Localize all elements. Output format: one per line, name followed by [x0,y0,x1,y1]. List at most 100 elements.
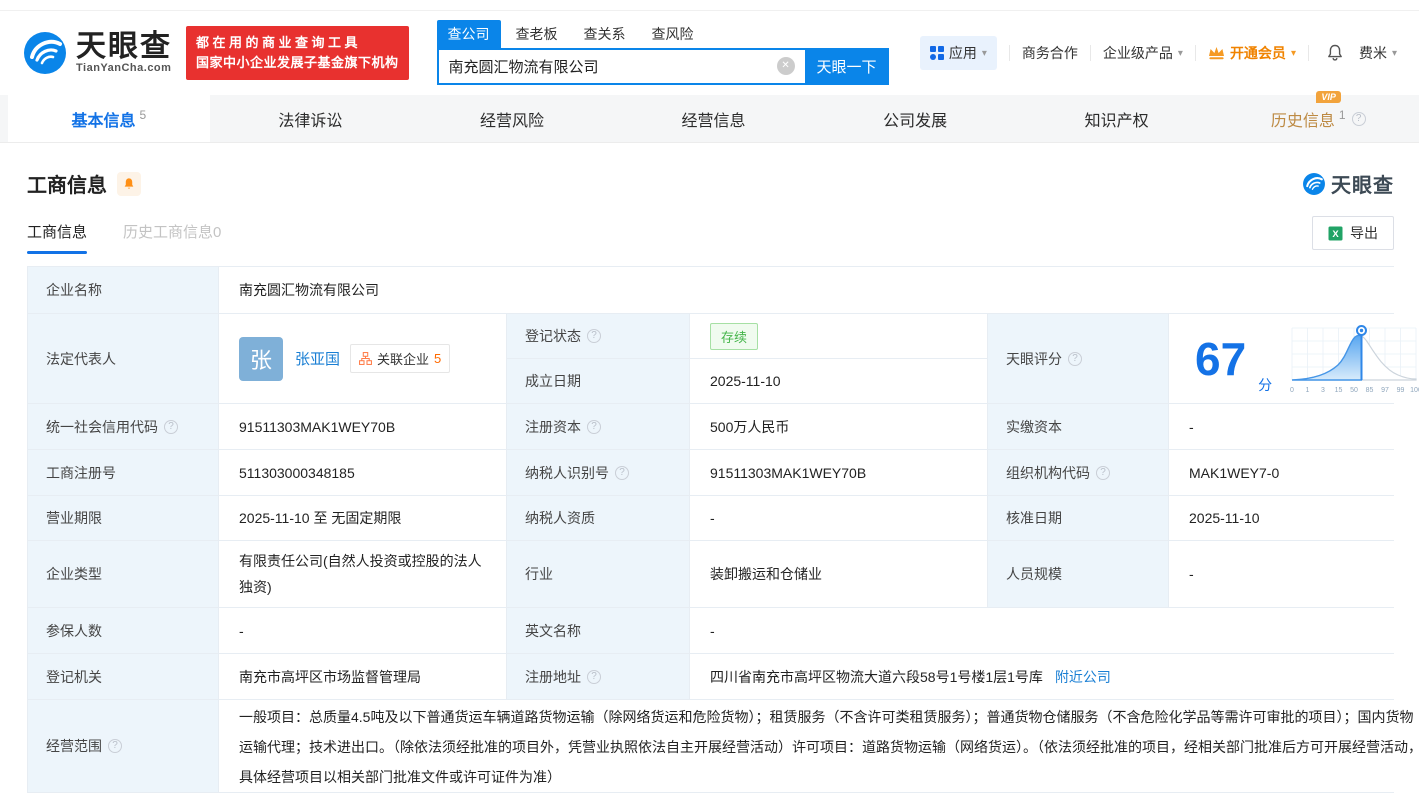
export-button[interactable]: X 导出 [1312,216,1394,250]
field-label-taxpayer-quality: 纳税人资质 [507,496,689,540]
field-value-taxpayer-quality: - [690,496,987,540]
export-label: 导出 [1350,225,1378,241]
clear-search-icon[interactable]: ✕ [776,57,795,75]
nav-cooperation[interactable]: 商务合作 [1022,43,1078,63]
field-label-reg-authority: 登记机关 [28,654,218,699]
svg-text:3: 3 [1321,387,1325,394]
business-info-table: 企业名称 南充圆汇物流有限公司 法定代表人 张 张亚国 关联企业 5 登记状态 … [27,266,1419,793]
field-label-reg-capital: 注册资本 ? [507,404,689,449]
tianyancha-logo[interactable]: 天眼查 TianYanCha.com [22,30,172,76]
search-tab-company[interactable]: 查公司 [436,20,501,48]
field-value-insured-count: - [219,608,506,653]
nav-open-member[interactable]: 开通会员 ▾ [1208,43,1296,63]
field-value-company-type: 有限责任公司(自然人投资或控股的法人独资) [219,541,506,607]
top-strip [0,0,1419,11]
tab-operation[interactable]: 经营信息 [613,95,815,142]
nearby-companies-link[interactable]: 附近公司 [1055,667,1111,687]
field-value-reg-status: 存续 [690,314,987,358]
tianyancha-logo-icon [24,32,66,74]
tab-risk[interactable]: 经营风险 [411,95,613,142]
nav-divider [1008,45,1010,61]
field-value-tyc-score[interactable]: 67 分 0 1 3 15 50 85 97 99 10 [1169,314,1419,403]
help-icon[interactable]: ? [164,419,178,434]
field-value-staff-size: - [1169,541,1419,607]
notifications-bell-icon[interactable] [1325,43,1345,63]
svg-text:X: X [1332,229,1339,240]
tab-development[interactable]: 公司发展 [814,95,1016,142]
help-icon[interactable]: ? [615,465,629,480]
field-label-establish-date: 成立日期 [507,359,689,403]
subtab-history-business-info[interactable]: 历史工商信息0 [123,221,221,254]
tab-legal-label: 法律诉讼 [278,112,343,130]
subscribe-bell-icon[interactable] [117,171,141,196]
field-label-reg-address: 注册地址 ? [507,654,689,699]
tab-history[interactable]: 历史信息 VIP 1 ? [1217,90,1419,142]
field-label-company-name: 企业名称 [28,267,218,313]
nav-enterprise[interactable]: 企业级产品 ▾ [1103,43,1183,63]
help-icon[interactable]: ? [1096,465,1110,480]
search-input[interactable] [436,48,805,85]
watermark-logo-icon [1303,172,1325,195]
help-icon[interactable]: ? [1068,351,1082,366]
field-value-reg-capital: 500万人民币 [690,404,987,449]
nav-enterprise-label: 企业级产品 [1102,45,1173,61]
related-companies-badge[interactable]: 关联企业 5 [350,344,451,373]
svg-text:50: 50 [1350,387,1358,394]
search-tab-boss[interactable]: 查老板 [505,20,569,48]
svg-text:0: 0 [1290,387,1294,394]
tab-legal[interactable]: 法律诉讼 [210,95,412,142]
help-icon[interactable]: ? [587,329,601,343]
excel-icon: X [1328,226,1343,240]
field-label-reg-status: 登记状态 ? [507,314,689,358]
header: 天眼查 TianYanCha.com 都在用的商业查询工具 国家中小企业发展子基… [0,11,1419,95]
svg-text:85: 85 [1366,387,1374,394]
tab-basic-info[interactable]: 基本信息 5 [8,95,210,142]
field-label-org-code: 组织机构代码 ? [988,450,1168,495]
search-tab-relation[interactable]: 查关系 [573,20,637,48]
brand-name: 天眼查 [76,30,172,63]
slogan-line1: 都在用的商业查询工具 [196,35,362,50]
nav-user-label: 费米 [1358,45,1387,61]
nav-apps[interactable]: 应用 ▾ [919,36,997,70]
field-label-tyc-score: 天眼评分 ? [988,314,1168,403]
help-icon[interactable]: ? [587,419,601,434]
nav-divider [1089,45,1091,61]
field-value-reg-authority: 南充市高坪区市场监督管理局 [219,654,506,699]
search-button[interactable]: 天眼一下 [804,48,889,85]
vip-badge: VIP [1316,90,1341,103]
nav-apps-label: 应用 [948,45,977,61]
field-value-org-code: MAK1WEY7-0 [1169,450,1419,495]
tab-risk-label: 经营风险 [479,112,544,130]
tab-ip[interactable]: 知识产权 [1016,95,1218,142]
related-companies-label: 关联企业 [377,352,430,367]
field-value-english-name: - [690,608,1419,653]
subtab-row: 工商信息 历史工商信息0 X 导出 [27,216,1394,254]
svg-text:97: 97 [1381,387,1389,394]
score-unit: 分 [1258,377,1273,393]
help-icon[interactable]: ? [108,739,122,753]
status-badge: 存续 [710,322,759,350]
tab-history-label: 历史信息 [1270,112,1335,130]
nav-divider [1194,45,1196,61]
legal-rep-avatar[interactable]: 张 [239,336,283,381]
apps-grid-icon [929,46,944,60]
header-nav: 应用 ▾ 商务合作 企业级产品 ▾ 开通会员 ▾ 费米 ▾ [919,36,1397,70]
search-tab-risk[interactable]: 查风险 [641,20,705,48]
field-label-legal-rep: 法定代表人 [28,314,218,403]
subtab-business-info[interactable]: 工商信息 [27,221,88,254]
field-label-insured-count: 参保人数 [28,608,218,653]
field-label-business-term: 营业期限 [28,496,218,540]
help-icon[interactable]: ? [587,669,601,684]
svg-text:99: 99 [1397,387,1405,394]
nav-divider [1307,45,1309,61]
help-icon[interactable]: ? [1351,111,1366,126]
company-detail-tabs: 基本信息 5 法律诉讼 经营风险 经营信息 公司发展 知识产权 历史信息 VIP… [0,90,1419,143]
field-value-reg-address: 四川省南充市高坪区物流大道六段58号1号楼1层1号库 附近公司 [690,654,1419,699]
search-type-tabs: 查公司 查老板 查关系 查风险 [436,20,889,48]
field-label-staff-size: 人员规模 [988,541,1168,607]
field-label-approval-date: 核准日期 [988,496,1168,540]
legal-rep-name-link[interactable]: 张亚国 [295,348,340,369]
nav-user[interactable]: 费米 ▾ [1359,43,1397,63]
related-companies-count: 5 [434,351,442,366]
nav-member-label: 开通会员 [1229,45,1286,61]
